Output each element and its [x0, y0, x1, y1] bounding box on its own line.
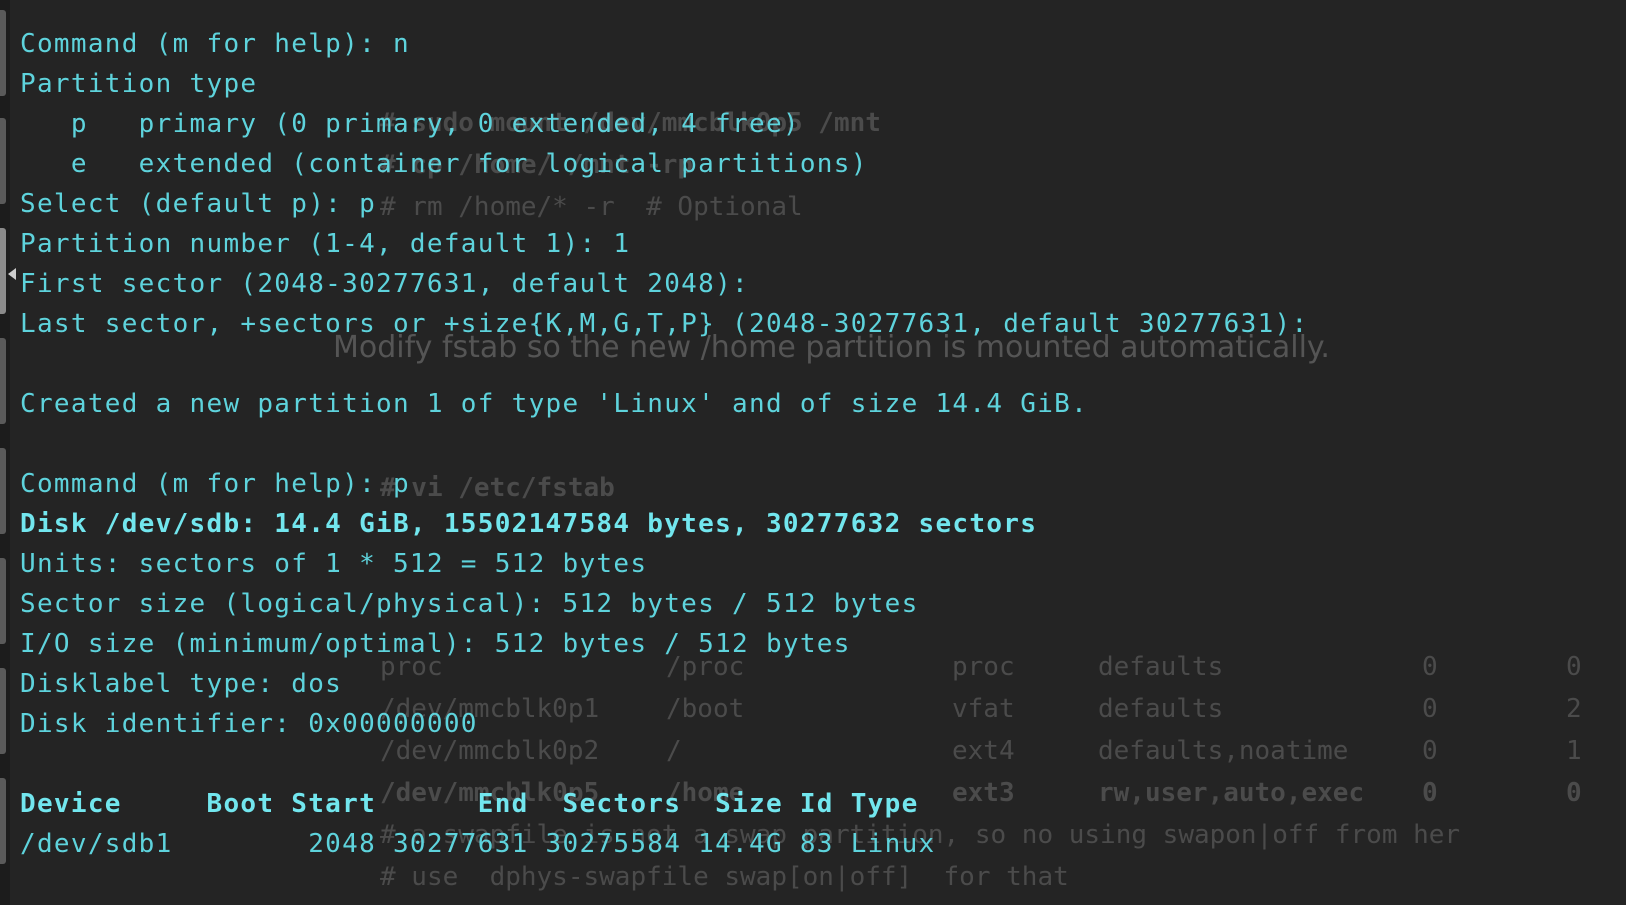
terminal-line: p primary (0 primary, 0 extended, 4 free… [20, 109, 800, 139]
terminal-line: Select (default p): p [20, 189, 377, 219]
window-tab[interactable] [0, 668, 6, 754]
window-tab[interactable] [0, 558, 6, 644]
window-tab[interactable] [0, 778, 6, 864]
screen: # sudo mount /dev/mmcblk0p5 /mnt # cp /h… [0, 0, 1626, 905]
terminal-output[interactable]: Command (m for help): n Partition type p… [20, 24, 1610, 864]
terminal-line: Partition number (1-4, default 1): 1 [20, 229, 631, 259]
terminal-line: First sector (2048-30277631, default 204… [20, 269, 749, 299]
terminal-line: Partition type [20, 69, 258, 99]
terminal-line: Command (m for help): p [20, 469, 410, 499]
window-tab[interactable] [0, 10, 6, 96]
terminal-line: Disklabel type: dos [20, 669, 343, 699]
terminal-line: Last sector, +sectors or +size{K,M,G,T,P… [20, 309, 1309, 339]
terminal-line: e extended (container for logical partit… [20, 149, 868, 179]
window-tab[interactable] [0, 118, 6, 204]
window-tab[interactable] [0, 448, 6, 534]
terminal-line: Disk identifier: 0x00000000 [20, 709, 478, 739]
terminal-line: Created a new partition 1 of type 'Linux… [20, 389, 1089, 419]
collapse-arrow-icon[interactable] [8, 268, 16, 280]
window-tab-active[interactable] [0, 228, 6, 314]
partition-table-row: /dev/sdb1 2048 30277631 30275584 14.4G 8… [20, 829, 936, 859]
terminal-line-disk-header: Disk /dev/sdb: 14.4 GiB, 15502147584 byt… [20, 509, 1038, 539]
partition-table-header: Device Boot Start End Sectors Size Id Ty… [20, 789, 919, 819]
terminal-line: Sector size (logical/physical): 512 byte… [20, 589, 919, 619]
terminal-line: Command (m for help): n [20, 29, 410, 59]
doc-comment-line: # use dphys-swapfile swap[on|off] for th… [380, 862, 1069, 892]
window-switcher-strip [0, 0, 16, 905]
terminal-line: Units: sectors of 1 * 512 = 512 bytes [20, 549, 648, 579]
terminal-line: I/O size (minimum/optimal): 512 bytes / … [20, 629, 851, 659]
window-tab[interactable] [0, 338, 6, 424]
